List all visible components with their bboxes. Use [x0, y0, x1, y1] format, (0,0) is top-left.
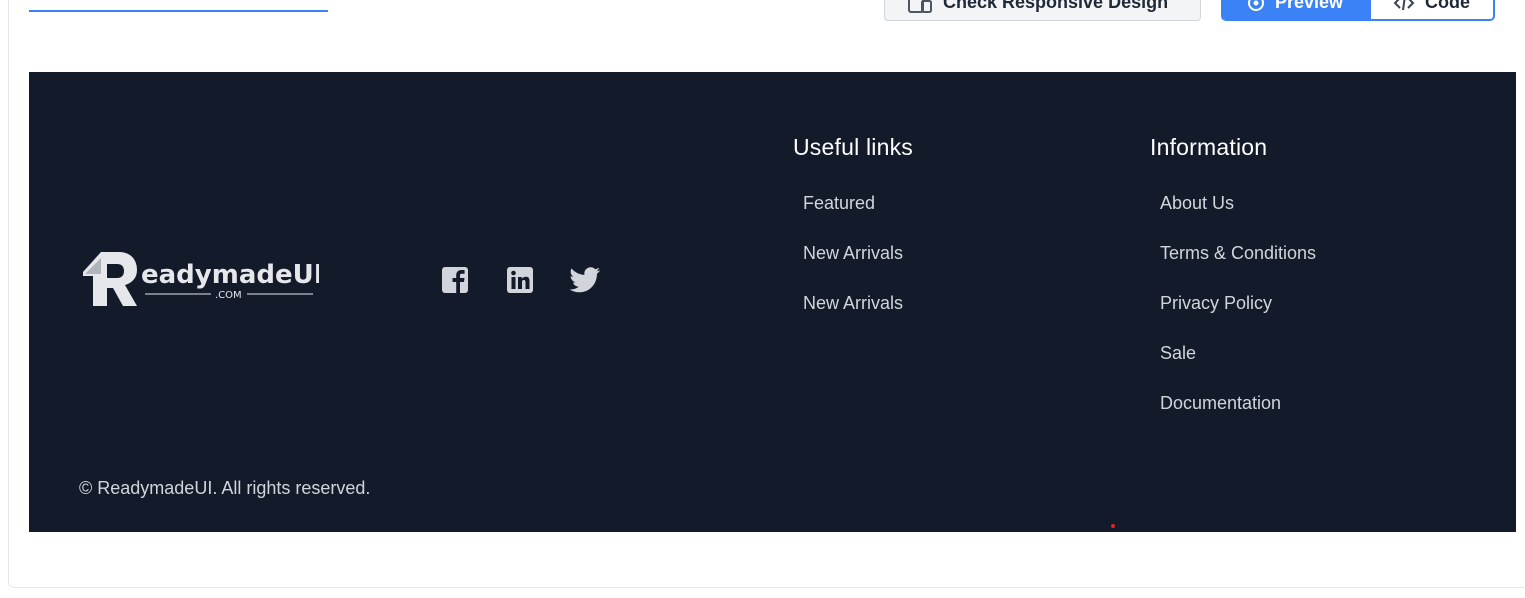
eye-icon: [1248, 0, 1264, 11]
devices-icon: [908, 0, 932, 13]
copyright-text: © ReadymadeUI. All rights reserved.: [79, 478, 371, 498]
code-button[interactable]: Code: [1371, 0, 1493, 19]
social-links: [439, 264, 601, 296]
footer-link-privacy[interactable]: Privacy Policy: [1160, 287, 1316, 337]
preview-button[interactable]: Preview: [1223, 0, 1371, 19]
check-responsive-label: Check Responsive Design: [943, 0, 1169, 12]
footer-link-new-arrivals-2[interactable]: New Arrivals: [803, 287, 913, 337]
footer-link-documentation[interactable]: Documentation: [1160, 387, 1316, 437]
information-heading: Information: [1150, 134, 1268, 160]
footer-link-new-arrivals[interactable]: New Arrivals: [803, 237, 913, 287]
footer-link-terms[interactable]: Terms & Conditions: [1160, 237, 1316, 287]
active-tab-underline: [29, 10, 328, 12]
facebook-icon[interactable]: [439, 264, 471, 296]
readymadeui-logo[interactable]: eadymadeUI .COM: [79, 248, 323, 315]
logo-wordmark: eadymadeUI: [141, 260, 319, 290]
preview-label: Preview: [1275, 0, 1344, 12]
view-toggle: Preview Code: [1221, 0, 1495, 21]
footer: eadymadeUI .COM Useful links Featured Ne…: [29, 72, 1516, 532]
twitter-icon[interactable]: [569, 264, 601, 296]
useful-links-heading: Useful links: [793, 134, 913, 160]
useful-links-column: Useful links Featured New Arrivals New A…: [793, 134, 913, 337]
information-column: Information About Us Terms & Conditions …: [1150, 134, 1316, 437]
code-label: Code: [1425, 0, 1470, 12]
logo-suffix: .COM: [215, 290, 242, 301]
linkedin-icon[interactable]: [504, 264, 536, 296]
check-responsive-button[interactable]: Check Responsive Design: [884, 0, 1201, 21]
footer-link-sale[interactable]: Sale: [1160, 337, 1316, 387]
cursor-dot: [1111, 524, 1115, 528]
footer-link-about-us[interactable]: About Us: [1160, 187, 1316, 237]
code-icon: [1393, 0, 1415, 10]
footer-link-featured[interactable]: Featured: [803, 187, 913, 237]
